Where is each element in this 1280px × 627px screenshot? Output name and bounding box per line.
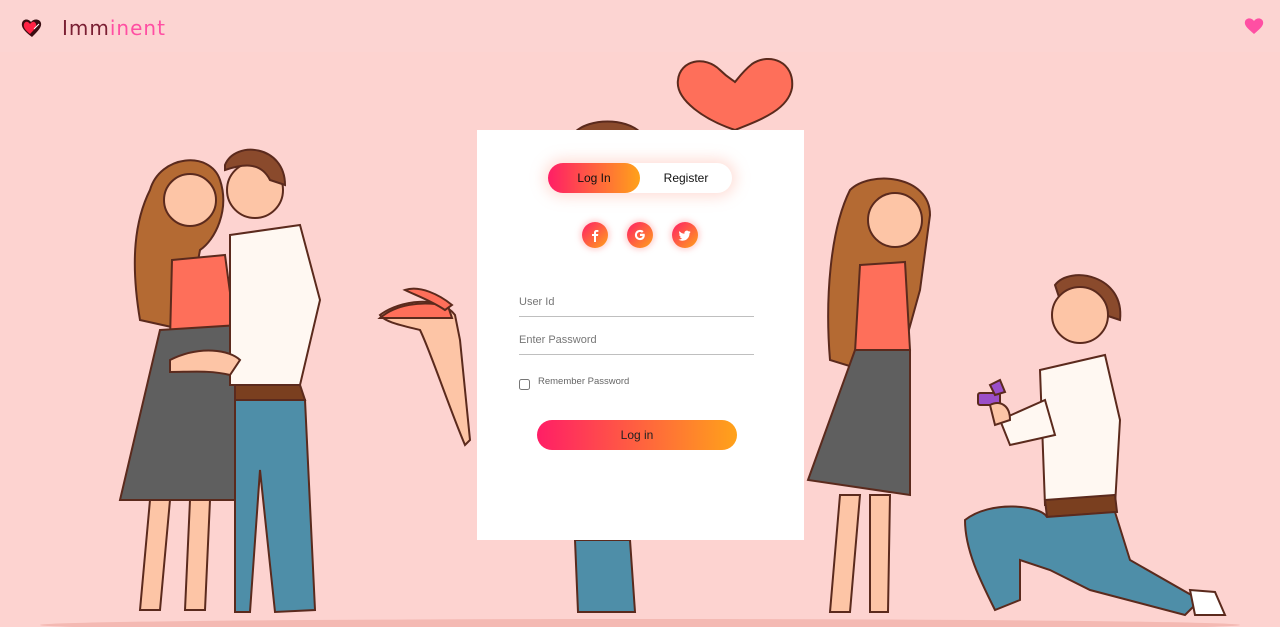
- floor-shadow: [40, 619, 1240, 627]
- brand-name-start: Imm: [62, 16, 110, 40]
- twitter-icon: [678, 230, 691, 241]
- login-card: Log In Register Remember Password Log in: [477, 130, 804, 540]
- kneeling-man: [963, 274, 1227, 617]
- tab-register[interactable]: Register: [640, 163, 732, 193]
- hearts-logo-icon: [21, 19, 42, 37]
- remember-label: Remember Password: [538, 376, 630, 387]
- remember-password[interactable]: Remember Password: [519, 376, 630, 390]
- brand-name-accent: inent: [109, 16, 166, 40]
- brand-name: Imminent: [62, 16, 166, 40]
- google-button[interactable]: [627, 222, 653, 248]
- brand[interactable]: Imminent: [20, 16, 166, 40]
- tab-login[interactable]: Log In: [548, 163, 640, 193]
- heart-shape: [676, 58, 794, 132]
- heart-icon[interactable]: [1244, 17, 1264, 35]
- facebook-button[interactable]: [582, 222, 608, 248]
- top-navbar: Imminent: [0, 0, 1280, 52]
- remember-checkbox[interactable]: [519, 379, 530, 390]
- auth-toggle: Log In Register: [548, 163, 732, 193]
- password-input[interactable]: [519, 326, 754, 355]
- right-woman: [806, 177, 932, 613]
- facebook-icon: [592, 230, 599, 242]
- twitter-button[interactable]: [672, 222, 698, 248]
- user-id-input[interactable]: [519, 288, 754, 317]
- google-icon: [634, 229, 645, 241]
- login-submit-button[interactable]: Log in: [537, 420, 737, 450]
- left-couple: [118, 148, 322, 614]
